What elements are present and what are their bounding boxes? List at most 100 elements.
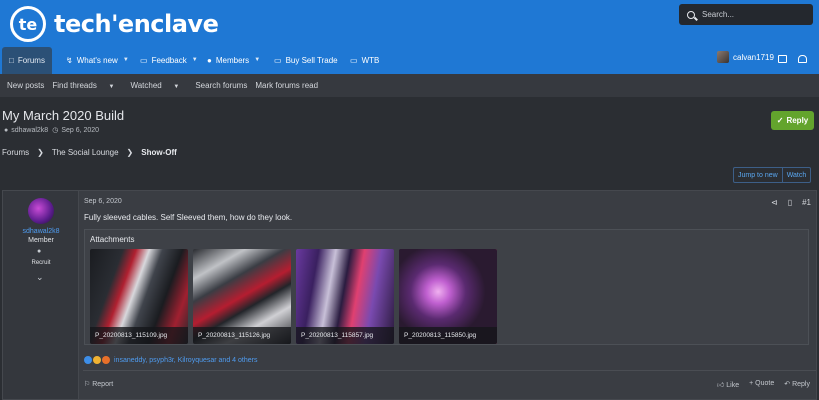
tab-label: Forums — [17, 56, 45, 65]
chevron-right-icon: ❯ — [37, 148, 44, 157]
forums-icon: □ — [9, 56, 14, 65]
flag-icon: ⚐ — [84, 381, 91, 388]
jump-to-new-button[interactable]: Jump to new — [734, 168, 783, 182]
post-number[interactable]: #1 — [802, 198, 811, 207]
user-icon: ● — [4, 126, 9, 134]
post-footer-actions: 👍︎ Like + Quote ↶ Reply — [717, 380, 810, 389]
bell-icon[interactable] — [798, 55, 807, 63]
breadcrumb-forums[interactable]: Forums — [2, 148, 29, 157]
tab-buy-sell-trade[interactable]: ▭ Buy Sell Trade — [274, 46, 338, 74]
folder-icon: ▭ — [350, 55, 358, 65]
members-icon: ● — [37, 248, 42, 255]
avatar — [717, 51, 729, 63]
reply-label: Reply — [786, 116, 809, 125]
report-label: Report — [92, 381, 114, 388]
attachment-filename: P_20200813_115109.jpg — [90, 327, 188, 344]
logo-text: tech'enclave — [54, 10, 219, 38]
bookmark-icon[interactable]: ▯ — [788, 198, 792, 207]
breadcrumb-show-off[interactable]: Show-Off — [141, 148, 177, 157]
search-input[interactable]: Search... — [679, 4, 813, 25]
members-icon: ● — [207, 55, 212, 65]
site-logo[interactable]: te tech'enclave — [10, 6, 219, 42]
tab-feedback[interactable]: ▭ Feedback ▼ — [140, 46, 198, 74]
attachment-thumbnail[interactable]: P_20200813_115850.jpg — [399, 249, 497, 344]
chevron-down-icon: ▼ — [191, 57, 198, 63]
site-header: te tech'enclave Search... — [0, 0, 819, 46]
subnav-label: Watched — [130, 81, 162, 90]
chevron-right-icon: ❯ — [126, 148, 134, 157]
sub-nav: New posts Find threads ▼ Watched ▼ Searc… — [0, 74, 819, 97]
subnav-label: Find threads — [52, 81, 97, 90]
tab-members[interactable]: ● Members ▼ — [207, 46, 260, 74]
breadcrumb: Forums ❯ The Social Lounge ❯ Show-Off — [2, 148, 177, 157]
subnav-mark-read[interactable]: Mark forums read — [255, 81, 318, 90]
tab-label: Buy Sell Trade — [285, 55, 338, 65]
tab-whats-new[interactable]: ↯ What's new ▼ — [66, 46, 129, 74]
subnav-watched[interactable]: Watched ▼ — [130, 81, 187, 90]
reply-icon: ✓ — [776, 116, 784, 125]
post-username[interactable]: sdhawal2k8 — [3, 228, 79, 235]
page-title: My March 2020 Build — [2, 108, 125, 123]
tab-label: WTB — [361, 55, 380, 65]
reply-button[interactable]: ✓ Reply — [771, 111, 814, 130]
logo-badge: te — [10, 6, 46, 42]
like-label: Like — [726, 382, 740, 389]
quote-button[interactable]: + Quote — [749, 380, 774, 389]
chevron-down-icon: ▼ — [171, 84, 180, 90]
post-user-panel: sdhawal2k8 Member ● Recruit ⌄ — [3, 191, 79, 399]
avatar[interactable] — [28, 198, 54, 224]
wow-reaction-icon — [102, 356, 110, 364]
watch-button[interactable]: Watch — [783, 168, 811, 182]
share-icon[interactable]: ⊲ — [771, 198, 778, 207]
like-button[interactable]: 👍︎ Like — [717, 380, 739, 389]
tab-label: What's new — [76, 55, 118, 65]
thread-actions: Jump to new Watch — [733, 167, 812, 183]
folder-icon: ▭ — [274, 55, 282, 65]
main-nav: □ Forums ↯ What's new ▼ ▭ Feedback ▼ ● M… — [0, 46, 819, 74]
post-actions: ⊲ ▯ #1 — [771, 198, 811, 207]
subnav-find-threads[interactable]: Find threads ▼ — [52, 81, 122, 90]
thread-author[interactable]: sdhawal2k8 — [11, 127, 48, 134]
tab-label: Feedback — [151, 55, 187, 65]
thread-meta: ● sdhawal2k8 ◷ Sep 6, 2020 — [4, 126, 99, 135]
post-date[interactable]: Sep 6, 2020 — [84, 198, 122, 205]
subnav-search-forums[interactable]: Search forums — [195, 81, 247, 90]
search-placeholder: Search... — [702, 10, 735, 19]
chevron-down-icon[interactable]: ⌄ — [36, 272, 44, 283]
post-divider — [83, 370, 816, 371]
user-menu[interactable]: calvan1719 — [717, 51, 774, 63]
username: calvan1719 — [733, 52, 774, 62]
attachment-thumbnail[interactable]: P_20200813_115109.jpg — [90, 249, 188, 344]
thread-date[interactable]: Sep 6, 2020 — [61, 127, 99, 134]
search-icon — [687, 10, 695, 19]
attachment-thumbnail[interactable]: P_20200813_115126.jpg — [193, 249, 291, 344]
chevron-down-icon: ▼ — [106, 84, 115, 90]
attachments-title: Attachments — [90, 235, 135, 244]
post: sdhawal2k8 Member ● Recruit ⌄ Sep 6, 202… — [2, 190, 817, 400]
tab-wtb[interactable]: ▭ WTB — [350, 46, 379, 74]
user-role: Member — [28, 237, 54, 244]
attachment-thumbnail[interactable]: P_20200813_115857.jpg — [296, 249, 394, 344]
reply-post-button[interactable]: ↶ Reply — [784, 380, 810, 389]
attachment-filename: P_20200813_115126.jpg — [193, 327, 291, 344]
thumbs-up-icon: 👍︎ — [717, 382, 725, 389]
tab-label: Members — [215, 55, 250, 65]
post-body: Fully sleeved cables. Self Sleeved them,… — [84, 213, 293, 222]
envelope-icon[interactable] — [778, 55, 787, 63]
folder-icon: ▭ — [140, 55, 148, 65]
chevron-down-icon: ▼ — [254, 57, 261, 63]
tab-forums[interactable]: □ Forums — [2, 47, 52, 74]
lightning-icon: ↯ — [66, 55, 73, 65]
attachment-filename: P_20200813_115857.jpg — [296, 327, 394, 344]
attachment-filename: P_20200813_115850.jpg — [399, 327, 497, 344]
subnav-new-posts[interactable]: New posts — [7, 81, 44, 90]
reactions-bar[interactable]: insaneddy, psyph3r, Kilroyquesar and 4 o… — [84, 356, 257, 364]
breadcrumb-social-lounge[interactable]: The Social Lounge — [52, 148, 119, 157]
chevron-down-icon: ▼ — [122, 57, 129, 63]
attachments: Attachments P_20200813_115109.jpg P_2020… — [84, 229, 809, 345]
love-reaction-icon — [93, 356, 101, 364]
report-button[interactable]: ⚐ Report — [84, 380, 113, 388]
reply-post-label: Reply — [792, 381, 810, 388]
reactions-text: insaneddy, psyph3r, Kilroyquesar and 4 o… — [114, 356, 258, 364]
user-badge: Recruit — [31, 260, 51, 266]
